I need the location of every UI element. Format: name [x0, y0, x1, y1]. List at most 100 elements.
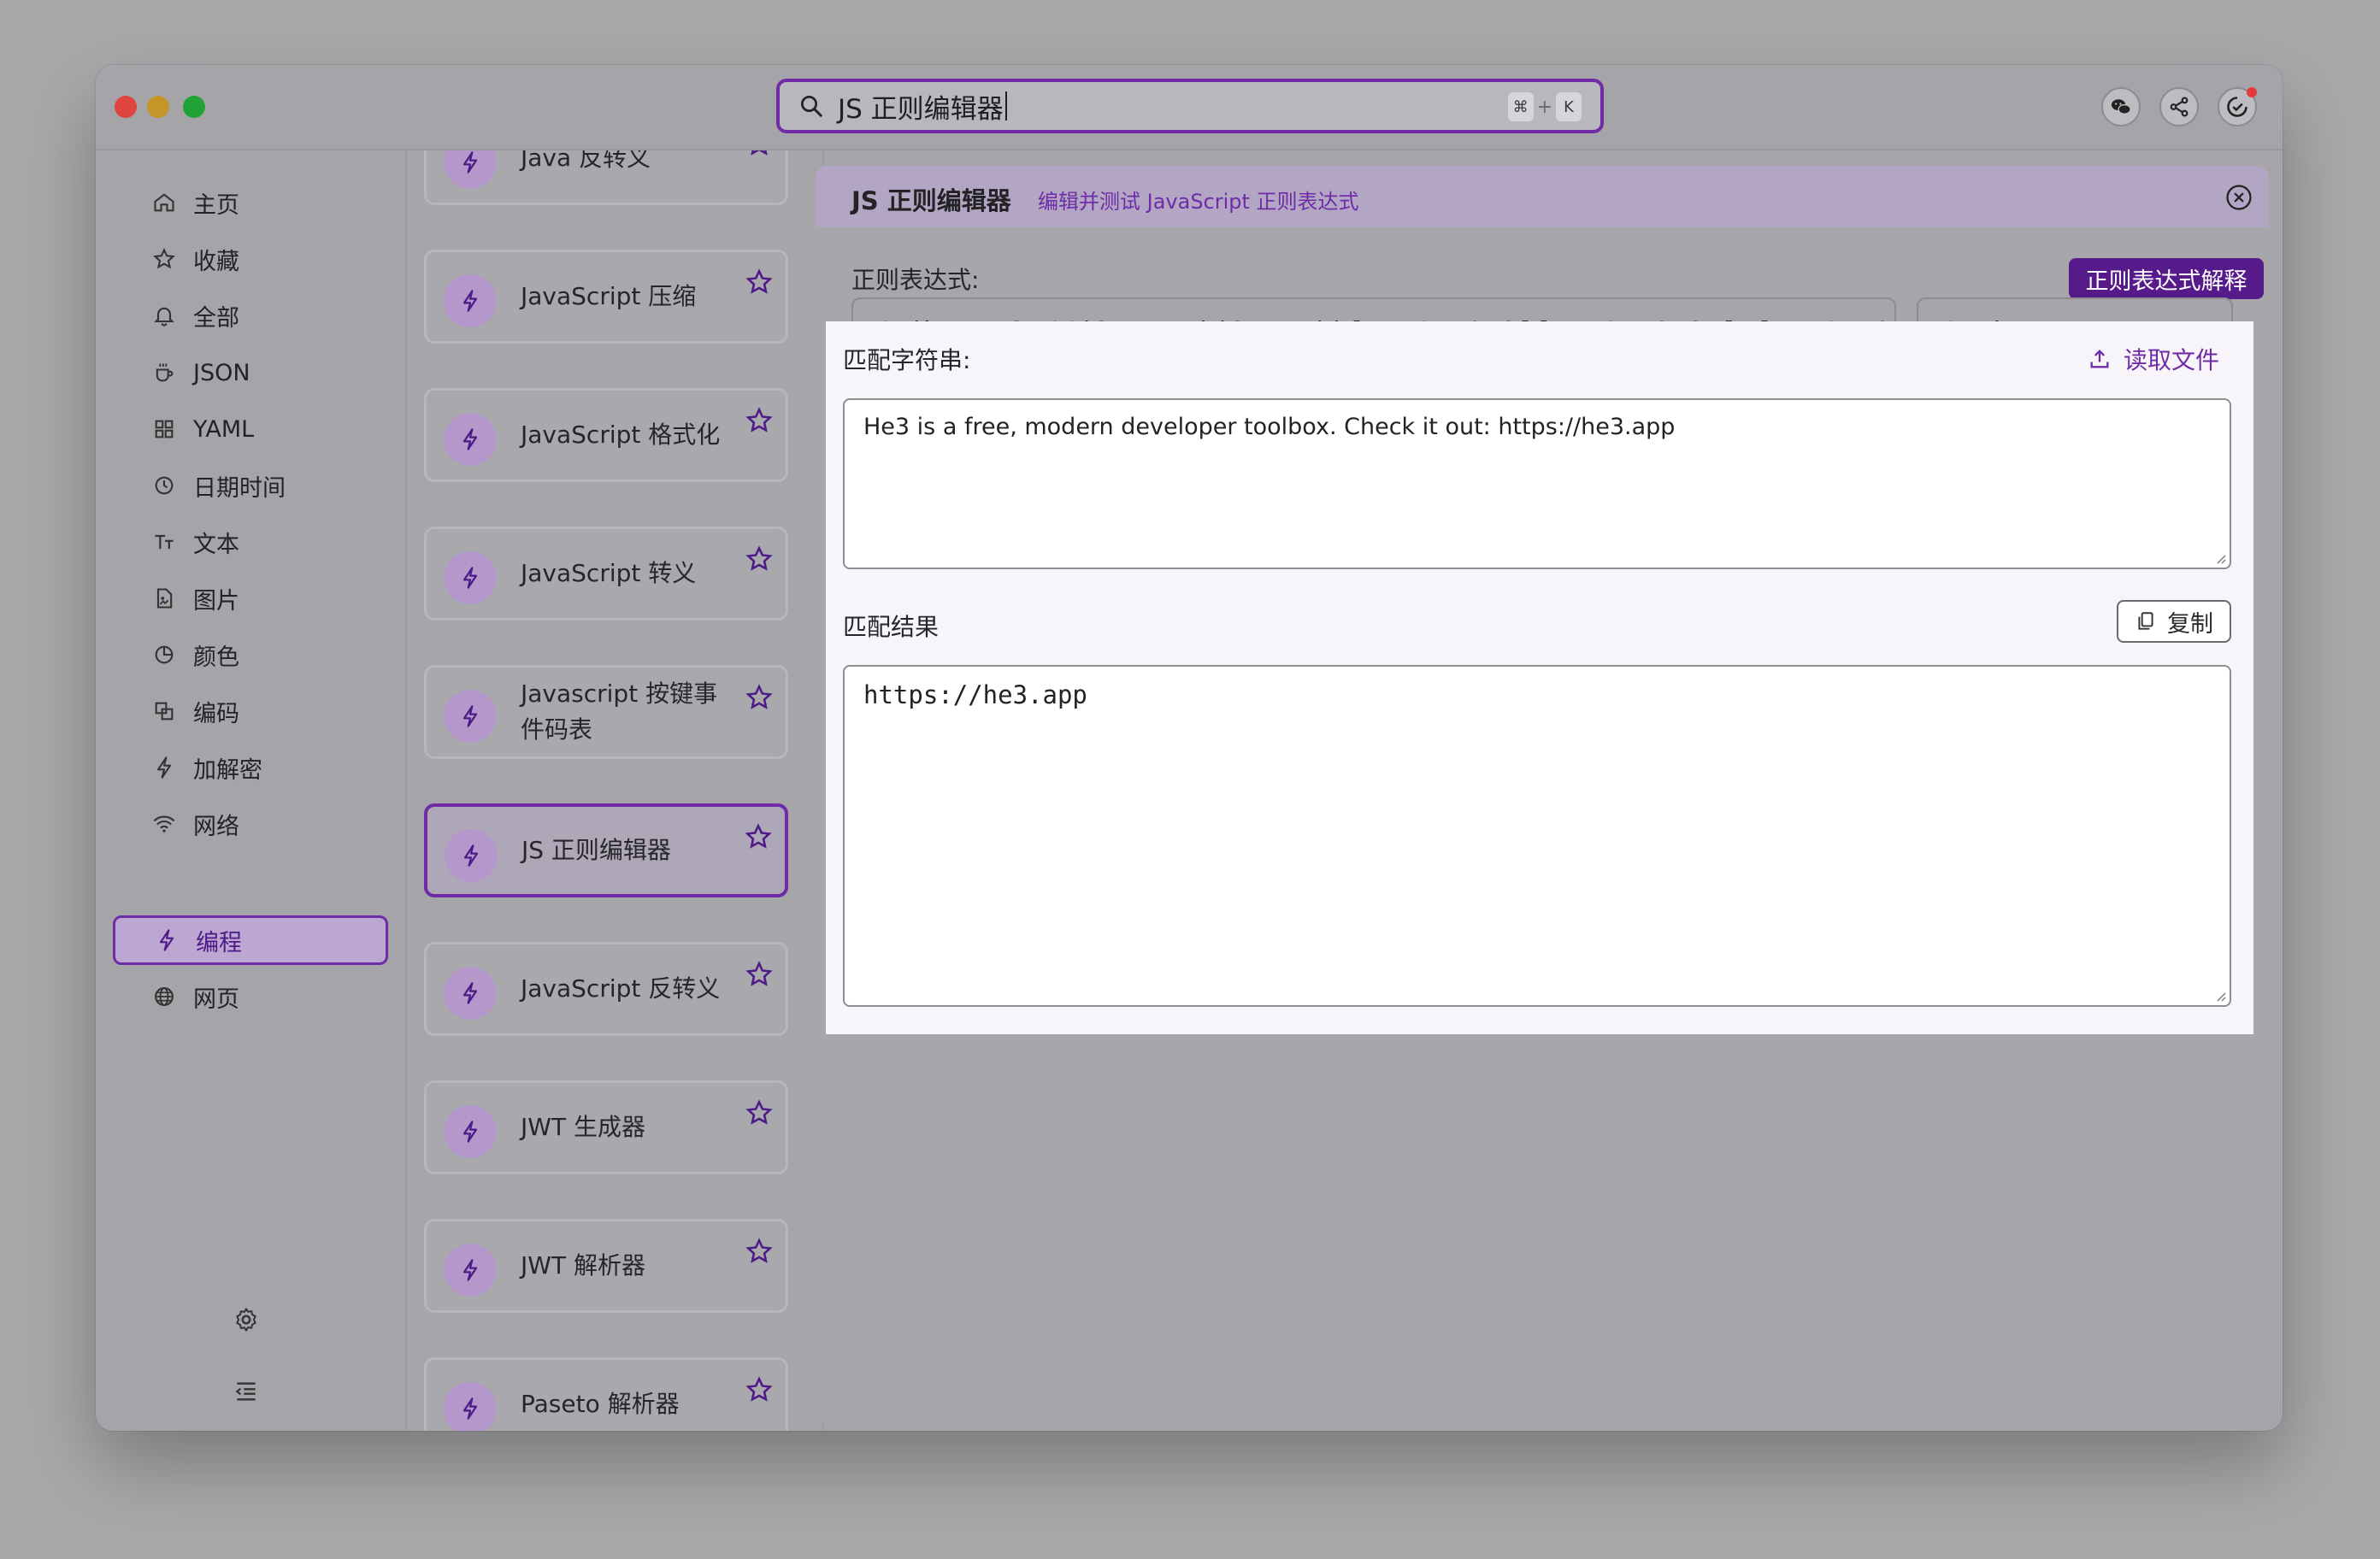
minimize-window-button[interactable] [147, 96, 169, 118]
bolt-icon [462, 290, 478, 312]
tool-icon-circle [444, 150, 497, 189]
collapse-sidebar-button[interactable] [233, 1378, 260, 1409]
update-button[interactable] [2218, 87, 2257, 126]
tool-card[interactable]: JS 正则编辑器 [424, 803, 788, 897]
favorite-star-icon[interactable] [745, 1375, 774, 1404]
match-string-textarea[interactable]: He3 is a free, modern developer toolbox.… [843, 398, 2231, 569]
copy-label: 复制 [2167, 610, 2213, 638]
sidebar-item-programming[interactable]: 编程 [113, 915, 388, 965]
wechat-button[interactable] [2101, 87, 2141, 126]
tool-card[interactable]: Javascript 按键事件码表 [424, 665, 788, 759]
tool-icon-circle [444, 274, 497, 327]
cup-icon [156, 363, 174, 382]
sidebar-item-label: 主页 [193, 191, 239, 219]
match-result-textarea[interactable]: https://he3.app [843, 665, 2231, 1007]
close-tool-icon[interactable] [2224, 183, 2253, 212]
sidebar-item-datetime[interactable]: 日期时间 [113, 461, 388, 510]
search-input[interactable]: JS 正则编辑器 ⌘ + K [776, 79, 1604, 133]
match-result-label: 匹配结果 [843, 613, 940, 641]
shortcut-hint: ⌘ + K [1507, 92, 1582, 121]
tool-card[interactable]: JWT 解析器 [424, 1219, 788, 1313]
match-result-value: https://he3.app [863, 680, 1087, 709]
text-caret [1004, 91, 1007, 121]
bolt-icon [462, 428, 478, 450]
maximize-window-button[interactable] [183, 96, 205, 118]
tool-icon-circle [444, 1105, 497, 1158]
tool-card[interactable]: JavaScript 格式化 [424, 388, 788, 482]
home-icon [154, 193, 174, 212]
favorite-star-icon[interactable] [745, 1237, 774, 1266]
sidebar-item-label: 文本 [193, 531, 239, 558]
sidebar-item-label: 加解密 [193, 756, 262, 784]
favorite-star-icon[interactable] [745, 544, 774, 574]
read-file-label: 读取文件 [2123, 346, 2219, 374]
share-icon [2170, 97, 2189, 117]
regex-explain-button[interactable]: 正则表达式解释 [2069, 258, 2264, 299]
favorite-star-icon[interactable] [745, 406, 774, 435]
match-string-value: He3 is a free, modern developer toolbox.… [863, 414, 1676, 440]
match-string-label: 匹配字符串: [843, 346, 971, 374]
sidebar-item-favorites[interactable]: 收藏 [113, 234, 388, 284]
tool-icon-circle [444, 1244, 497, 1297]
settings-update-icon [2227, 97, 2247, 117]
sidebar-item-yaml[interactable]: YAML [113, 404, 388, 454]
tool-card[interactable]: JWT 生成器 [424, 1080, 788, 1174]
resize-grip-icon[interactable] [2214, 552, 2226, 564]
tool-card-label: Java 反转义 [521, 150, 651, 172]
share-button[interactable] [2159, 87, 2199, 126]
tool-title: JS 正则编辑器 [851, 186, 1011, 215]
sidebar: 主页 收藏 全部 JSON YAML 日期时间 文本 图片 颜色 编码 加解密 … [96, 150, 407, 1431]
tool-card[interactable]: JavaScript 反转义 [424, 942, 788, 1036]
copy-button[interactable]: 复制 [2117, 600, 2231, 643]
tool-card-label: JavaScript 压缩 [521, 282, 697, 310]
palette-icon [155, 645, 174, 664]
sidebar-item-json[interactable]: JSON [113, 348, 388, 397]
resize-grip-icon[interactable] [2214, 990, 2226, 1002]
sidebar-item-web[interactable]: 网页 [113, 972, 388, 1021]
search-value: JS 正则编辑器 [838, 93, 1004, 125]
sidebar-item-label: 颜色 [193, 644, 239, 671]
sidebar-item-encoding[interactable]: 编码 [113, 686, 388, 736]
copy-icon [2138, 612, 2153, 630]
sidebar-item-text[interactable]: 文本 [113, 517, 388, 567]
bolt-icon [463, 844, 479, 867]
sidebar-item-label: YAML [193, 415, 255, 443]
plus-sign: + [1536, 96, 1552, 118]
notification-dot [2247, 87, 2257, 97]
tool-card[interactable]: Java 反转义 [424, 150, 788, 205]
tool-card-label: JWT 生成器 [521, 1113, 645, 1141]
tool-card[interactable]: JavaScript 转义 [424, 527, 788, 621]
tool-icon-circle [444, 413, 497, 466]
sidebar-item-label: 编程 [196, 929, 242, 956]
sidebar-item-image[interactable]: 图片 [113, 574, 388, 623]
tool-card[interactable]: Paseto 解析器 [424, 1357, 788, 1431]
sidebar-item-color[interactable]: 颜色 [113, 630, 388, 679]
bolt-icon [462, 151, 478, 174]
favorite-star-icon[interactable] [745, 960, 774, 989]
tool-panel: JS 正则编辑器 编辑并测试 JavaScript 正则表达式 正则表达式: 正… [816, 166, 2269, 1424]
favorite-star-icon[interactable] [744, 822, 773, 851]
read-file-button[interactable]: 读取文件 [2088, 342, 2219, 376]
favorite-star-icon[interactable] [745, 1098, 774, 1127]
tool-card-label: JS 正则编辑器 [521, 836, 671, 864]
text-icon [155, 534, 174, 550]
close-window-button[interactable] [115, 96, 137, 118]
tool-list-items: Java 反转义 JavaScript 压缩 JavaScript 格式化 JavaS… [407, 150, 824, 1431]
sidebar-item-network[interactable]: 网络 [113, 799, 388, 849]
tool-icon-circle [444, 967, 497, 1020]
favorite-star-icon[interactable] [745, 683, 774, 712]
sidebar-item-all[interactable]: 全部 [113, 291, 388, 340]
settings-button[interactable] [233, 1306, 260, 1337]
sidebar-item-label: 收藏 [193, 248, 239, 275]
image-file-icon [156, 588, 173, 609]
favorite-star-icon[interactable] [745, 268, 774, 297]
tool-card-label: JWT 解析器 [521, 1251, 645, 1280]
sidebar-item-home[interactable]: 主页 [113, 178, 388, 227]
title-bar: JS 正则编辑器 ⌘ + K [96, 65, 2283, 150]
upload-icon [2090, 350, 2109, 368]
gear-icon [236, 1308, 256, 1332]
sidebar-item-crypto[interactable]: 加解密 [113, 743, 388, 792]
tool-icon-circle [445, 829, 498, 882]
tool-card[interactable]: JavaScript 压缩 [424, 250, 788, 344]
favorite-star-icon[interactable] [745, 150, 774, 158]
